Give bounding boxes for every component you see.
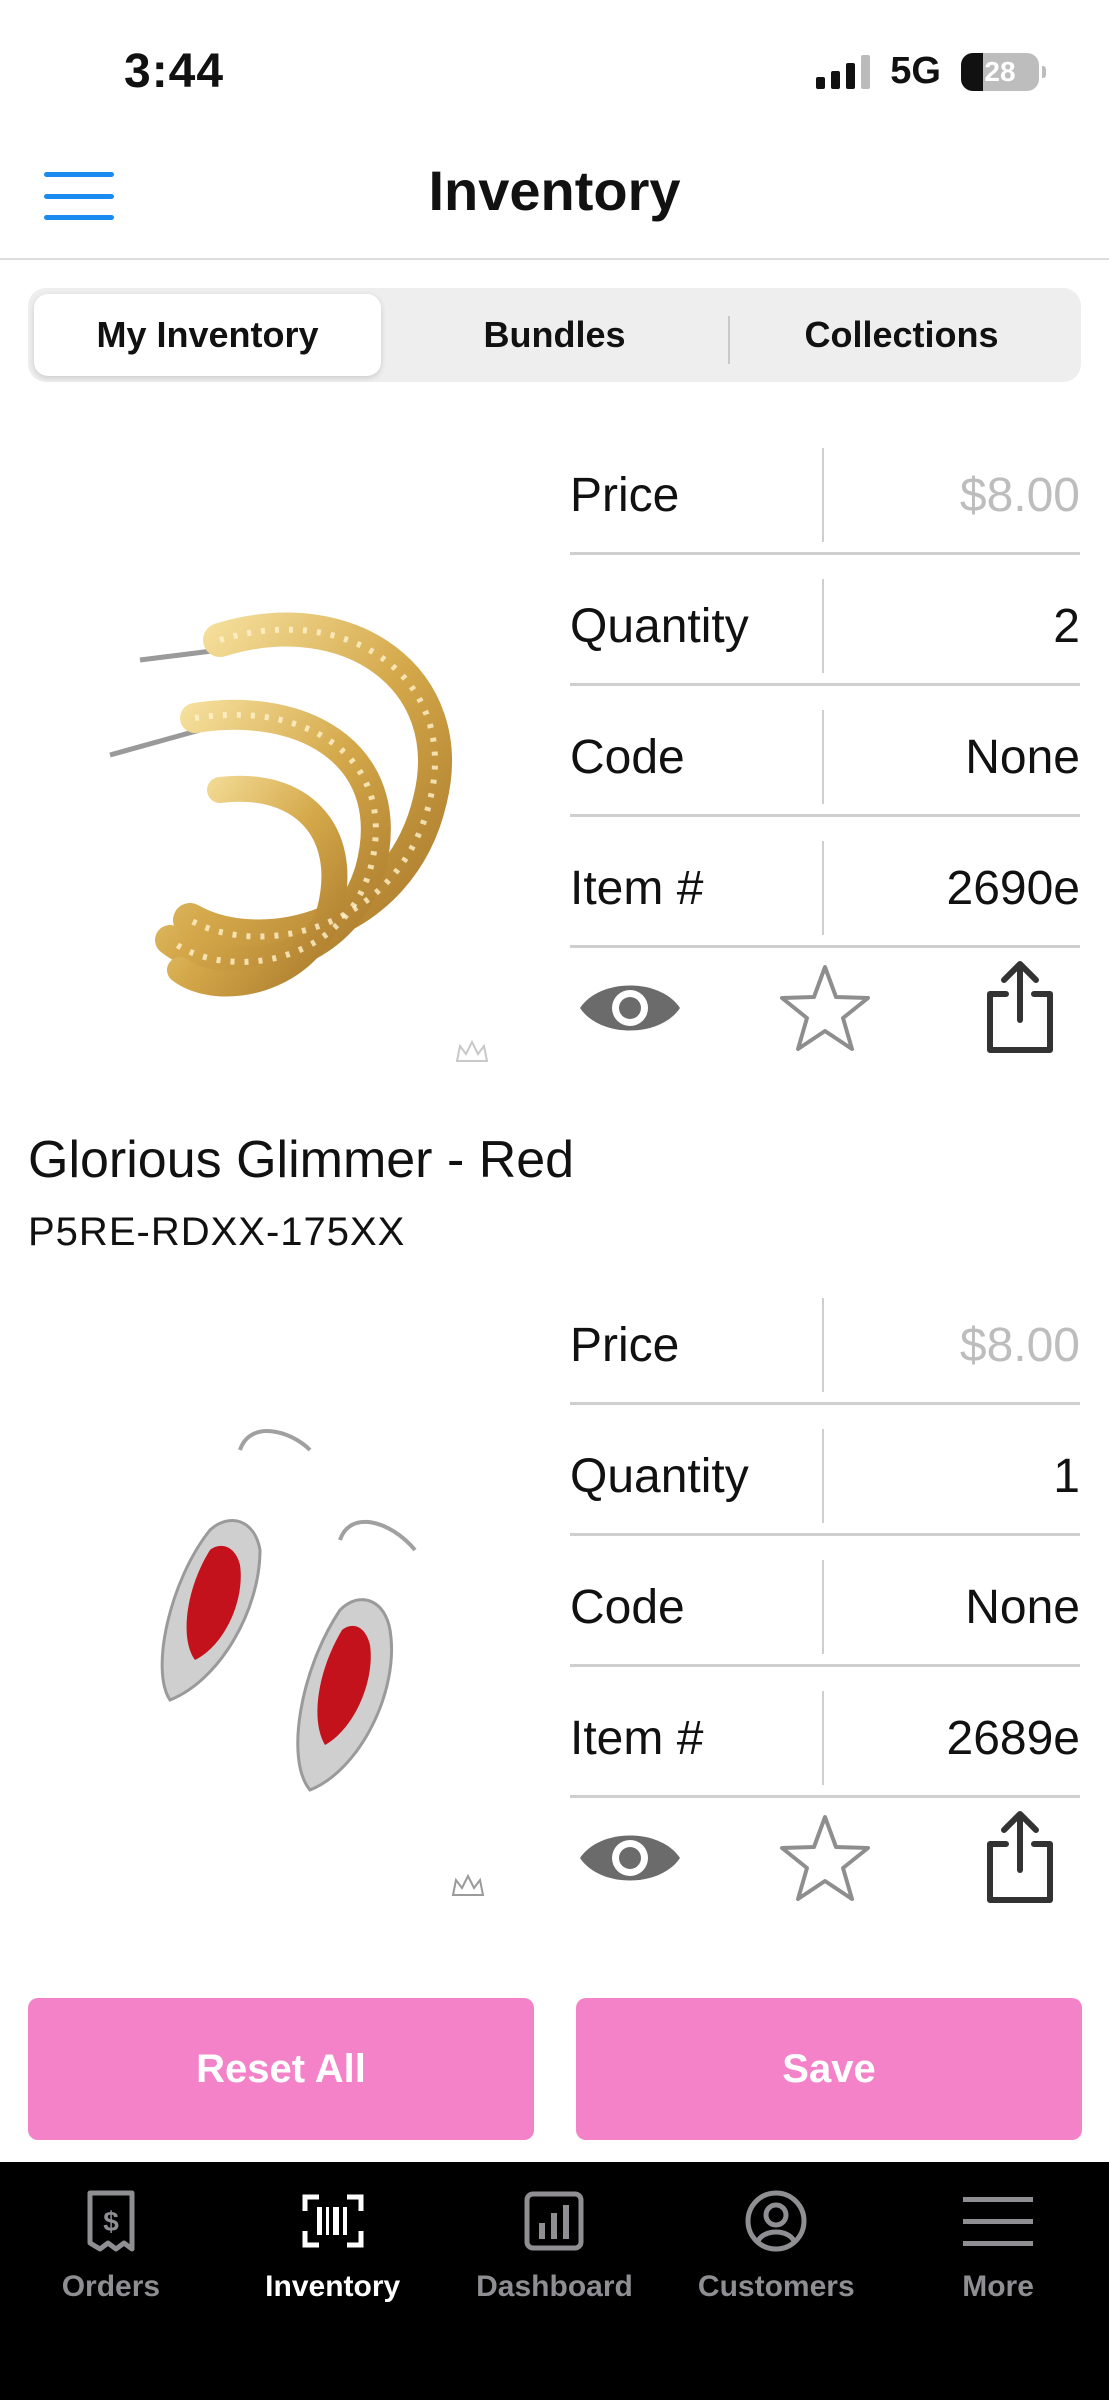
product-sku: P5RE-RDXX-175XX (28, 1210, 406, 1254)
save-button[interactable]: Save (576, 1998, 1082, 2140)
quantity-label: Quantity (570, 579, 824, 673)
person-circle-icon (741, 2186, 811, 2256)
reset-all-button[interactable]: Reset All (28, 1998, 534, 2140)
item-number-row: Item # 2690e (570, 817, 1080, 948)
item-number-value[interactable]: 2689e (824, 1681, 1080, 1795)
item-number-row: Item # 2689e (570, 1667, 1080, 1798)
receipt-dollar-icon: $ (76, 2186, 146, 2256)
red-drop-earrings-image[interactable] (20, 1250, 520, 1930)
star-icon[interactable] (765, 1798, 885, 1918)
item-number-value[interactable]: 2690e (824, 831, 1080, 945)
price-row: Price $8.00 (570, 1274, 1080, 1405)
tab-orders[interactable]: $ Orders (0, 2162, 222, 2400)
eye-icon[interactable] (570, 948, 690, 1068)
inventory-segmented-control: My Inventory Bundles Collections (28, 288, 1081, 382)
battery-icon: 28 (961, 52, 1046, 91)
price-label: Price (570, 1298, 824, 1392)
status-indicators: 5G 28 (816, 50, 1046, 93)
code-row: Code None (570, 1536, 1080, 1667)
tab-customers[interactable]: Customers (665, 2162, 887, 2400)
item-number-label: Item # (570, 1691, 824, 1785)
share-icon[interactable] (960, 1798, 1080, 1918)
quantity-row: Quantity 1 (570, 1405, 1080, 1536)
code-row: Code None (570, 686, 1080, 817)
product-title: Glorious Glimmer - Red (28, 1131, 575, 1189)
watermark-crown-icon (451, 1873, 485, 1896)
tab-more[interactable]: More (887, 2162, 1109, 2400)
signal-icon (816, 54, 871, 89)
navigation-bar: Inventory (0, 140, 1109, 260)
tab-label: Customers (697, 2270, 855, 2303)
product-fields: Price $8.00 Quantity 1 Code None Item # … (570, 1274, 1080, 1798)
share-icon[interactable] (960, 948, 1080, 1068)
code-label: Code (570, 1560, 824, 1654)
product-fields: Price $8.00 Quantity 2 Code None Item # … (570, 424, 1080, 948)
tab-label: More (962, 2270, 1034, 2303)
quantity-label: Quantity (570, 1429, 824, 1523)
tab-label: Orders (61, 2270, 161, 2303)
network-label: 5G (890, 50, 941, 92)
code-input[interactable]: None (824, 700, 1080, 814)
segment-collections[interactable]: Collections (728, 294, 1075, 376)
star-icon[interactable] (765, 948, 885, 1068)
price-row: Price $8.00 (570, 424, 1080, 555)
code-input[interactable]: None (824, 1550, 1080, 1664)
segment-divider (728, 316, 730, 364)
barcode-scan-icon (298, 2186, 368, 2256)
quantity-row: Quantity 2 (570, 555, 1080, 686)
quantity-input[interactable]: 1 (824, 1419, 1080, 1533)
tab-dashboard[interactable]: Dashboard (444, 2162, 666, 2400)
segment-my-inventory[interactable]: My Inventory (34, 294, 381, 376)
product-actions (570, 1798, 1080, 1918)
bar-chart-icon (519, 2186, 589, 2256)
segment-collections-label: Collections (804, 314, 999, 355)
price-input[interactable]: $8.00 (824, 1288, 1080, 1402)
eye-icon[interactable] (570, 1798, 690, 1918)
svg-text:$: $ (103, 2206, 119, 2237)
status-bar: 3:44 5G 28 (0, 0, 1109, 140)
battery-level: 28 (984, 55, 1016, 87)
segment-bundles[interactable]: Bundles (381, 294, 728, 376)
tab-inventory[interactable]: Inventory (222, 2162, 444, 2400)
page-title: Inventory (428, 159, 681, 222)
item-number-label: Item # (570, 841, 824, 935)
product-actions (570, 948, 1080, 1068)
gold-hoop-earrings-image[interactable] (20, 400, 520, 1080)
tab-label: Dashboard (476, 2270, 633, 2303)
code-label: Code (570, 710, 824, 804)
hamburger-icon (963, 2186, 1034, 2256)
status-time: 3:44 (124, 45, 225, 98)
price-input[interactable]: $8.00 (824, 438, 1080, 552)
price-label: Price (570, 448, 824, 542)
tab-bar: $ Orders Inventory Dashboard Customers M… (0, 2162, 1109, 2400)
watermark-crown-icon (455, 1039, 489, 1062)
quantity-input[interactable]: 2 (824, 569, 1080, 683)
tab-label: Inventory (265, 2270, 401, 2303)
